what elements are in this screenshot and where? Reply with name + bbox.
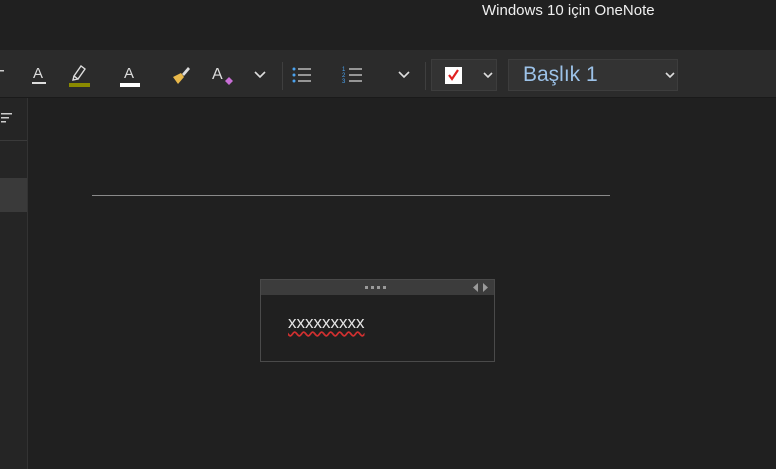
note-container-handle[interactable] <box>261 280 494 295</box>
bullet-list-icon <box>292 67 311 83</box>
ribbon-divider <box>282 62 283 90</box>
more-font-options-button[interactable] <box>250 60 270 90</box>
title-bar: Windows 10 için OneNote <box>0 0 776 50</box>
ribbon-divider <box>425 62 426 90</box>
drag-handle-icon <box>365 286 386 289</box>
highlight-button[interactable] <box>64 60 94 90</box>
highlight-icon <box>69 65 90 87</box>
svg-text:A: A <box>33 65 43 82</box>
sort-icon[interactable] <box>1 112 13 126</box>
clear-formatting-button[interactable]: A <box>208 60 238 90</box>
selected-page-item[interactable] <box>0 178 27 212</box>
font-color-icon: A <box>32 65 46 84</box>
todo-tag-button[interactable] <box>431 59 497 91</box>
numbered-list-icon: 1 2 3 <box>342 67 362 85</box>
truncated-button[interactable] <box>0 60 6 90</box>
font-color-button[interactable]: A <box>26 60 54 90</box>
todo-tag-icon <box>445 67 462 84</box>
styles-dropdown-value: Başlık 1 <box>523 63 598 86</box>
ribbon-toolbar: A A A 1 2 3 Başlık 1 <box>0 50 776 98</box>
chevron-down-icon <box>665 72 675 79</box>
note-text[interactable]: xxxxxxxxx <box>288 313 365 333</box>
note-container[interactable]: xxxxxxxxx <box>260 279 495 362</box>
format-painter-icon <box>173 67 190 84</box>
svg-text:A: A <box>212 66 223 83</box>
clear-formatting-icon: A <box>212 66 233 85</box>
svg-text:3: 3 <box>342 79 346 85</box>
sidebar-divider <box>0 140 27 141</box>
page-list-sidebar <box>0 98 28 469</box>
list-options-button[interactable] <box>394 60 414 90</box>
bullet-list-button[interactable] <box>289 60 315 90</box>
svg-text:A: A <box>124 65 134 82</box>
styles-dropdown[interactable]: Başlık 1 <box>508 59 678 91</box>
font-color-white-button[interactable]: A <box>116 60 144 90</box>
page-title-line[interactable] <box>92 195 610 196</box>
move-arrows-icon[interactable] <box>472 282 490 293</box>
chevron-down-icon <box>398 71 410 79</box>
chevron-down-icon[interactable] <box>482 71 494 81</box>
window-title: Windows 10 için OneNote <box>482 2 655 19</box>
font-color-white-icon: A <box>120 65 140 87</box>
format-painter-button[interactable] <box>167 60 195 90</box>
numbered-list-button[interactable]: 1 2 3 <box>340 60 366 90</box>
chevron-down-icon <box>254 71 266 79</box>
